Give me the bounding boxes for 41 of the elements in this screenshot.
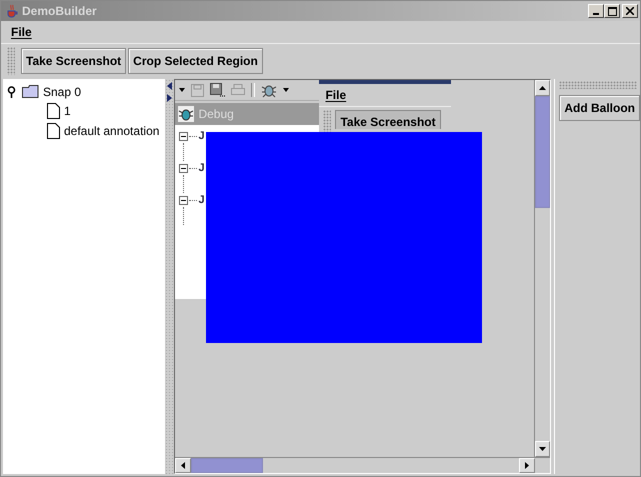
right-arrow-icon xyxy=(525,462,530,469)
toolbar-button[interactable]: Take Screenshot xyxy=(21,48,126,74)
bug-icon xyxy=(178,106,194,122)
tree-item[interactable]: 1 xyxy=(64,104,71,118)
minimize-button[interactable] xyxy=(588,4,604,18)
toolbar-button[interactable]: Crop Selected Region xyxy=(128,48,263,74)
folder-icon xyxy=(22,85,39,98)
scrollbar-thumb[interactable] xyxy=(535,96,550,208)
add-balloon-button[interactable]: Add Balloon xyxy=(559,95,640,121)
toolbar-grip[interactable] xyxy=(559,81,638,89)
close-icon xyxy=(626,7,634,15)
cup-icon xyxy=(5,4,19,18)
up-arrow-icon xyxy=(539,86,546,90)
maximize-icon xyxy=(608,6,616,16)
tree-item: J xyxy=(198,130,205,142)
document-icon xyxy=(47,103,60,120)
panel-title: Debug xyxy=(198,107,234,121)
down-arrow-icon xyxy=(539,447,546,451)
collapse-left-icon[interactable] xyxy=(166,82,172,90)
scroll-left-button[interactable] xyxy=(175,458,192,473)
scroll-right-button[interactable] xyxy=(519,458,536,473)
tree-item: J xyxy=(198,194,205,206)
tree-item[interactable]: default annotation xyxy=(64,124,160,138)
toolbar-grip xyxy=(323,110,332,132)
dropdown-caret-icon xyxy=(179,88,186,92)
scrollbar-thumb[interactable] xyxy=(191,458,264,473)
left-arrow-icon xyxy=(181,462,186,469)
close-button[interactable] xyxy=(622,4,638,18)
maximize-button[interactable] xyxy=(604,4,620,18)
tree-item: J xyxy=(198,162,205,174)
dropdown-caret-icon xyxy=(283,88,290,92)
toolbar-grip[interactable] xyxy=(7,47,15,75)
document-icon xyxy=(47,122,60,139)
printer-icon xyxy=(231,84,246,96)
tree-item[interactable]: Snap 0 xyxy=(43,84,82,99)
scroll-up-button[interactable] xyxy=(535,80,550,96)
window-title: DemoBuilder xyxy=(22,4,97,18)
collapse-right-icon[interactable] xyxy=(166,94,172,102)
scroll-down-button[interactable] xyxy=(535,441,550,457)
expanded-handle-icon[interactable] xyxy=(7,86,16,98)
menu-item[interactable]: File xyxy=(11,25,32,39)
